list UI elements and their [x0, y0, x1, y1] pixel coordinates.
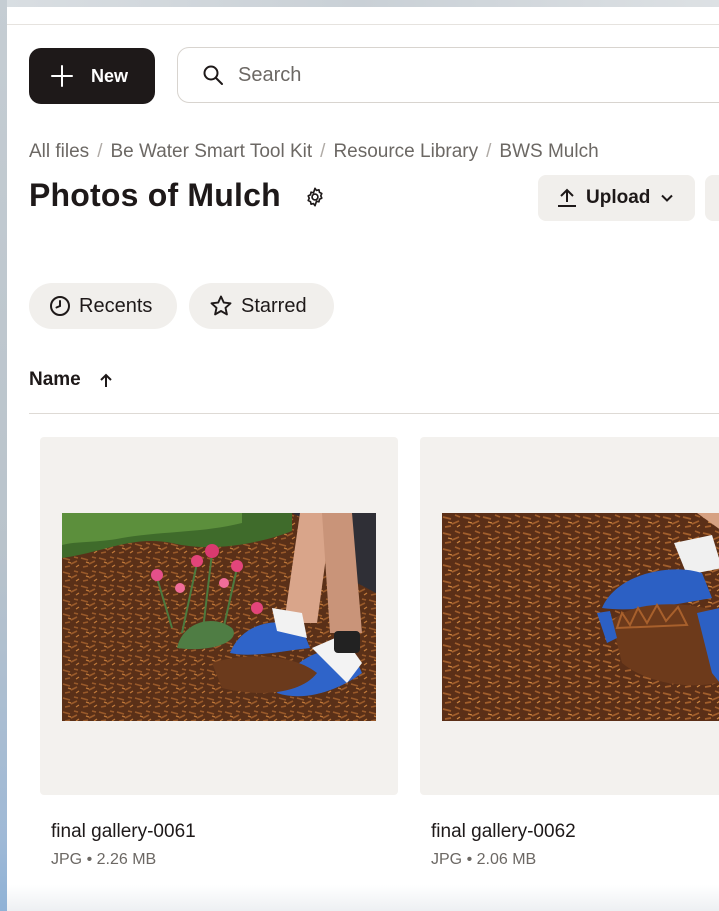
mulch-photo-flowers — [62, 513, 376, 721]
arrow-up-icon — [100, 373, 112, 387]
breadcrumb-tool-kit[interactable]: Be Water Smart Tool Kit — [110, 141, 312, 163]
page-title: Photos of Mulch — [29, 177, 281, 213]
file-meta: JPG • 2.06 MB — [431, 851, 537, 868]
breadcrumb-separator: / — [97, 141, 103, 162]
clock-icon — [50, 296, 70, 316]
starred-label: Starred — [241, 294, 307, 317]
file-card[interactable]: final gallery-0062 JPG • 2.06 MB — [420, 437, 719, 869]
file-thumbnail[interactable] — [420, 437, 719, 795]
name-column-header[interactable]: Name — [29, 369, 113, 391]
search-bar[interactable] — [177, 47, 719, 103]
file-browser-page: New All files / Be Water Smart Tool Kit … — [7, 7, 719, 911]
header-divider — [7, 24, 719, 25]
upload-button[interactable]: Upload — [538, 175, 695, 221]
search-input[interactable] — [236, 62, 640, 88]
gear-icon[interactable] — [304, 186, 326, 208]
starred-filter-button[interactable]: Starred — [189, 283, 334, 329]
file-meta: JPG • 2.26 MB — [51, 851, 157, 868]
screen-frame-top — [0, 0, 719, 7]
breadcrumb-resource-library[interactable]: Resource Library — [333, 141, 478, 163]
star-icon — [210, 295, 232, 316]
file-card[interactable]: final gallery-0061 JPG • 2.26 MB — [40, 437, 398, 869]
name-column-label: Name — [29, 369, 81, 390]
upload-button-label: Upload — [586, 187, 651, 208]
breadcrumb: All files / Be Water Smart Tool Kit / Re… — [29, 141, 599, 163]
plus-icon — [51, 65, 73, 87]
upload-arrow-icon — [558, 188, 576, 207]
file-thumbnail[interactable] — [40, 437, 398, 795]
chevron-down-icon — [661, 194, 674, 202]
mulch-photo-hands — [442, 513, 719, 721]
breadcrumb-all-files[interactable]: All files — [29, 141, 89, 163]
recents-filter-button[interactable]: Recents — [29, 283, 177, 329]
recents-label: Recents — [79, 294, 153, 317]
list-divider — [29, 413, 719, 414]
breadcrumb-bws-mulch[interactable]: BWS Mulch — [499, 141, 598, 163]
bottom-edge-fade — [7, 885, 719, 911]
toolbar-button-cutoff[interactable] — [705, 175, 719, 221]
new-button-label: New — [91, 65, 129, 86]
breadcrumb-separator: / — [320, 141, 326, 162]
file-name[interactable]: final gallery-0062 — [431, 821, 719, 843]
screen-frame-left — [0, 0, 7, 911]
search-icon — [203, 65, 223, 85]
file-name[interactable]: final gallery-0061 — [51, 821, 398, 843]
new-button[interactable]: New — [29, 48, 155, 104]
breadcrumb-separator: / — [486, 141, 492, 162]
